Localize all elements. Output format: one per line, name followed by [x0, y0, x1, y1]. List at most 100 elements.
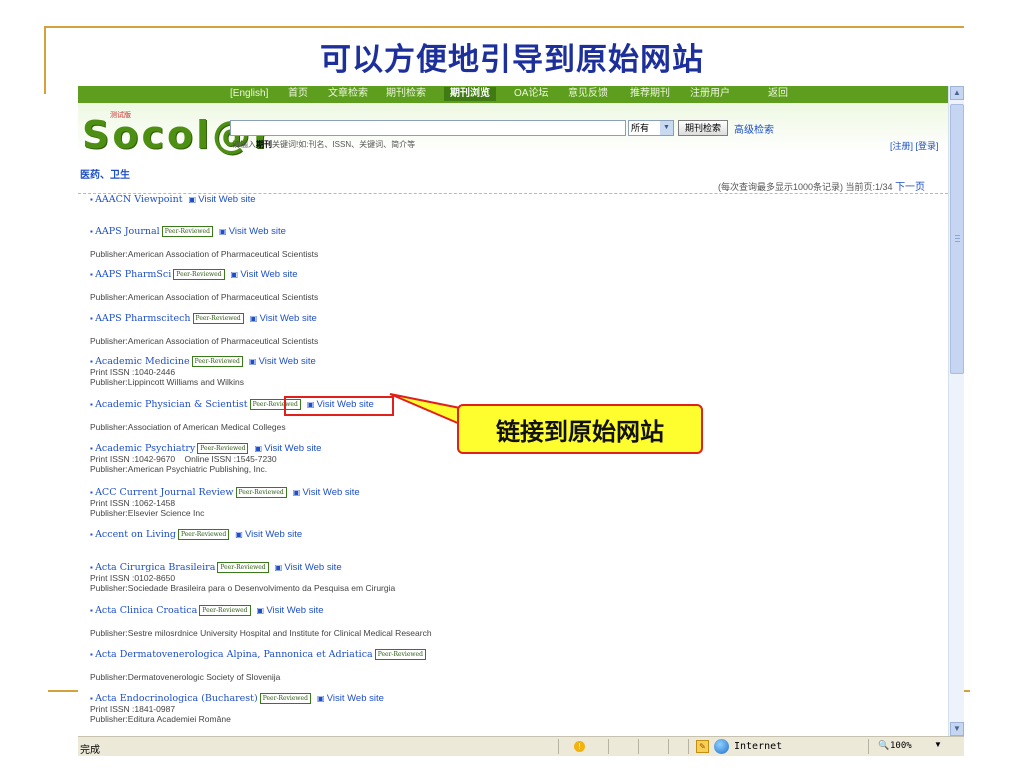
entry-title-line: ▪ Acta Dermatovenerologica Alpina, Panno… [90, 649, 426, 660]
visit-web-site-link[interactable]: ▣ Visit Web site [257, 605, 324, 616]
search-input[interactable] [230, 120, 626, 136]
next-page-link[interactable]: 下一页 [895, 182, 925, 193]
journal-name-link[interactable]: AAACN Viewpoint [95, 194, 182, 205]
visit-web-site-link[interactable]: ▣ Visit Web site [219, 226, 286, 237]
paging-text: (每次查询最多显示1000条记录) 当前页:1/34 [718, 182, 893, 192]
journal-entry: ▪ AAPS Journal Peer-Reviewed ▣ Visit Web s… [90, 226, 318, 259]
scroll-down-button[interactable]: ▼ [950, 722, 964, 736]
visit-web-site-link[interactable]: ▣ Visit Web site [249, 356, 316, 367]
visit-web-site-link[interactable]: ▣ Visit Web site [317, 693, 384, 704]
nav-journal-browse[interactable]: 期刊浏览 [444, 87, 496, 101]
visit-web-site-link[interactable]: ▣ Visit Web site [275, 562, 342, 573]
journal-meta: Print ISSN :1841-0987 [90, 704, 176, 714]
journal-meta: Print ISSN :0102-8650 [90, 573, 176, 583]
visit-label: Visit Web site [326, 693, 384, 704]
nav-home[interactable]: 首页 [288, 87, 308, 101]
vertical-scrollbar[interactable]: ▲ ▼ [948, 86, 964, 736]
visit-label: Visit Web site [266, 605, 324, 616]
register-link[interactable]: [注册] [890, 141, 913, 151]
login-link[interactable]: [登录] [916, 141, 939, 151]
journal-name-link[interactable]: Accent on Living [95, 529, 176, 540]
zoom-level[interactable]: 100% [890, 741, 912, 751]
visit-web-site-link[interactable]: ▣ Visit Web site [189, 194, 256, 205]
journal-meta: Publisher:Editura Academiei Române [90, 714, 231, 724]
journal-meta: Print ISSN :1040-2446 [90, 367, 176, 377]
chevron-down-icon[interactable]: ▼ [660, 121, 673, 135]
nav-journal-search[interactable]: 期刊检索 [386, 87, 426, 101]
document-icon: ▣ [248, 357, 259, 366]
entry-title-line: ▪ Acta Clinica Croatica Peer-Reviewed ▣ Vi… [90, 605, 432, 616]
entry-title-line: ▪ Academic Psychiatry Peer-Reviewed ▣ Visi… [90, 443, 321, 454]
journal-name-link[interactable]: Acta Endocrinologica (Bucharest) [95, 693, 258, 704]
zoom-icon[interactable]: 🔍 [878, 740, 889, 751]
journal-name-link[interactable]: Acta Cirurgica Brasileira [95, 562, 215, 573]
journal-entry: ▪ AAPS PharmSci Peer-Reviewed ▣ Visit Web … [90, 269, 318, 302]
status-bar: 完成 ! ✎ Internet 🔍 100% ▼ [78, 736, 964, 756]
nav-oa-forum[interactable]: OA论坛 [514, 87, 548, 101]
document-icon: ▣ [249, 314, 260, 323]
journal-name-link[interactable]: Acta Clinica Croatica [95, 605, 197, 616]
site-header: Socol@r 测试版 请输入期刊关键词!如:刊名、ISSN、关键词、简介等 所… [78, 103, 948, 155]
nav-back[interactable]: 返回 [768, 87, 788, 101]
nav-english[interactable]: [English] [230, 87, 268, 101]
entry-title-line: ▪ Acta Cirurgica Brasileira Peer-Reviewed… [90, 562, 395, 573]
hint-bold: 期刊 [256, 140, 272, 149]
journal-entry: ▪ Accent on Living Peer-Reviewed ▣ Visit W… [90, 529, 302, 540]
document-icon: ▣ [218, 227, 229, 236]
journal-search-button[interactable]: 期刊检索 [678, 120, 729, 136]
scroll-thumb[interactable] [950, 104, 964, 374]
journal-meta: Print ISSN :1062-1458 [90, 498, 176, 508]
journal-name-link[interactable]: ACC Current Journal Review [95, 487, 233, 498]
journal-meta: Publisher:Lippincott Williams and Wilkin… [90, 377, 245, 387]
journal-name-link[interactable]: Acta Dermatovenerologica Alpina, Pannoni… [95, 649, 373, 660]
entry-title-line: ▪ AAPS PharmSci Peer-Reviewed ▣ Visit Web … [90, 269, 318, 280]
browser-window: [English] 首页 文章检索 期刊检索 期刊浏览 OA论坛 意见反馈 推荐… [78, 86, 964, 756]
hint-suffix: 关键词!如:刊名、ISSN、关键词、简介等 [272, 140, 416, 149]
advanced-search-link[interactable]: 高级检索 [734, 121, 774, 136]
callout-box: 链接到原始网站 [457, 404, 703, 454]
journal-name-link[interactable]: AAPS Journal [95, 226, 160, 237]
journal-meta: Publisher:Association of American Medica… [90, 422, 286, 432]
journal-meta: Print ISSN :1042-9670 Online ISSN :1545-… [90, 454, 277, 464]
nav-recommend[interactable]: 推荐期刊 [630, 87, 670, 101]
nav-register-user[interactable]: 注册用户 [690, 87, 730, 101]
journal-name-link[interactable]: Academic Physician & Scientist [95, 399, 248, 410]
warning-icon[interactable]: ! [574, 741, 585, 752]
journal-entry: ▪ Acta Dermatovenerologica Alpina, Panno… [90, 649, 426, 682]
journal-name-link[interactable]: AAPS PharmSci [95, 269, 171, 280]
journal-entry: ▪ AAACN Viewpoint ▣ Visit Web site [90, 194, 256, 205]
visit-web-site-link[interactable]: ▣ Visit Web site [235, 529, 302, 540]
zoom-dropdown-icon[interactable]: ▼ [934, 740, 942, 749]
visit-web-site-link[interactable]: ▣ Visit Web site [293, 487, 360, 498]
status-separator [608, 739, 609, 754]
document-icon: ▣ [256, 606, 267, 615]
entry-title-line: ▪ AAPS Journal Peer-Reviewed ▣ Visit Web s… [90, 226, 318, 237]
slide-rule-top [44, 26, 964, 28]
journal-entry: ▪ Academic Medicine Peer-Reviewed ▣ Visit … [90, 356, 316, 387]
visit-web-site-link[interactable]: ▣ Visit Web site [231, 269, 298, 280]
globe-icon [714, 739, 729, 754]
journal-meta: Publisher:Dermatovenerologic Society of … [90, 672, 281, 682]
status-text: 完成 [80, 745, 100, 756]
visit-web-site-link[interactable]: ▣ Visit Web site [250, 313, 317, 324]
peer-reviewed-badge: Peer-Reviewed [173, 269, 225, 280]
web-page: [English] 首页 文章检索 期刊检索 期刊浏览 OA论坛 意见反馈 推荐… [78, 86, 948, 736]
visit-web-site-link[interactable]: ▣ Visit Web site [254, 443, 321, 454]
journal-meta: Publisher:American Psychiatric Publishin… [90, 464, 268, 474]
peer-reviewed-badge: Peer-Reviewed [177, 529, 230, 540]
status-separator [638, 739, 639, 754]
visit-label: Visit Web site [302, 487, 360, 498]
visit-label: Visit Web site [228, 226, 286, 237]
scope-select[interactable]: 所有 ▼ [628, 120, 674, 136]
journal-name-link[interactable]: AAPS Pharmscitech [95, 313, 190, 324]
peer-reviewed-badge: Peer-Reviewed [259, 693, 311, 704]
peer-reviewed-badge: Peer-Reviewed [197, 443, 249, 454]
journal-entry: ▪ Acta Endocrinologica (Bucharest) Peer-R… [90, 693, 384, 724]
journal-name-link[interactable]: Academic Psychiatry [95, 443, 195, 454]
scroll-up-button[interactable]: ▲ [950, 86, 964, 100]
journal-name-link[interactable]: Academic Medicine [95, 356, 190, 367]
journal-meta: Publisher:Elsevier Science Inc [90, 508, 205, 518]
nav-article-search[interactable]: 文章检索 [328, 87, 368, 101]
callout-text: 链接到原始网站 [496, 418, 664, 446]
nav-feedback[interactable]: 意见反馈 [568, 87, 608, 101]
